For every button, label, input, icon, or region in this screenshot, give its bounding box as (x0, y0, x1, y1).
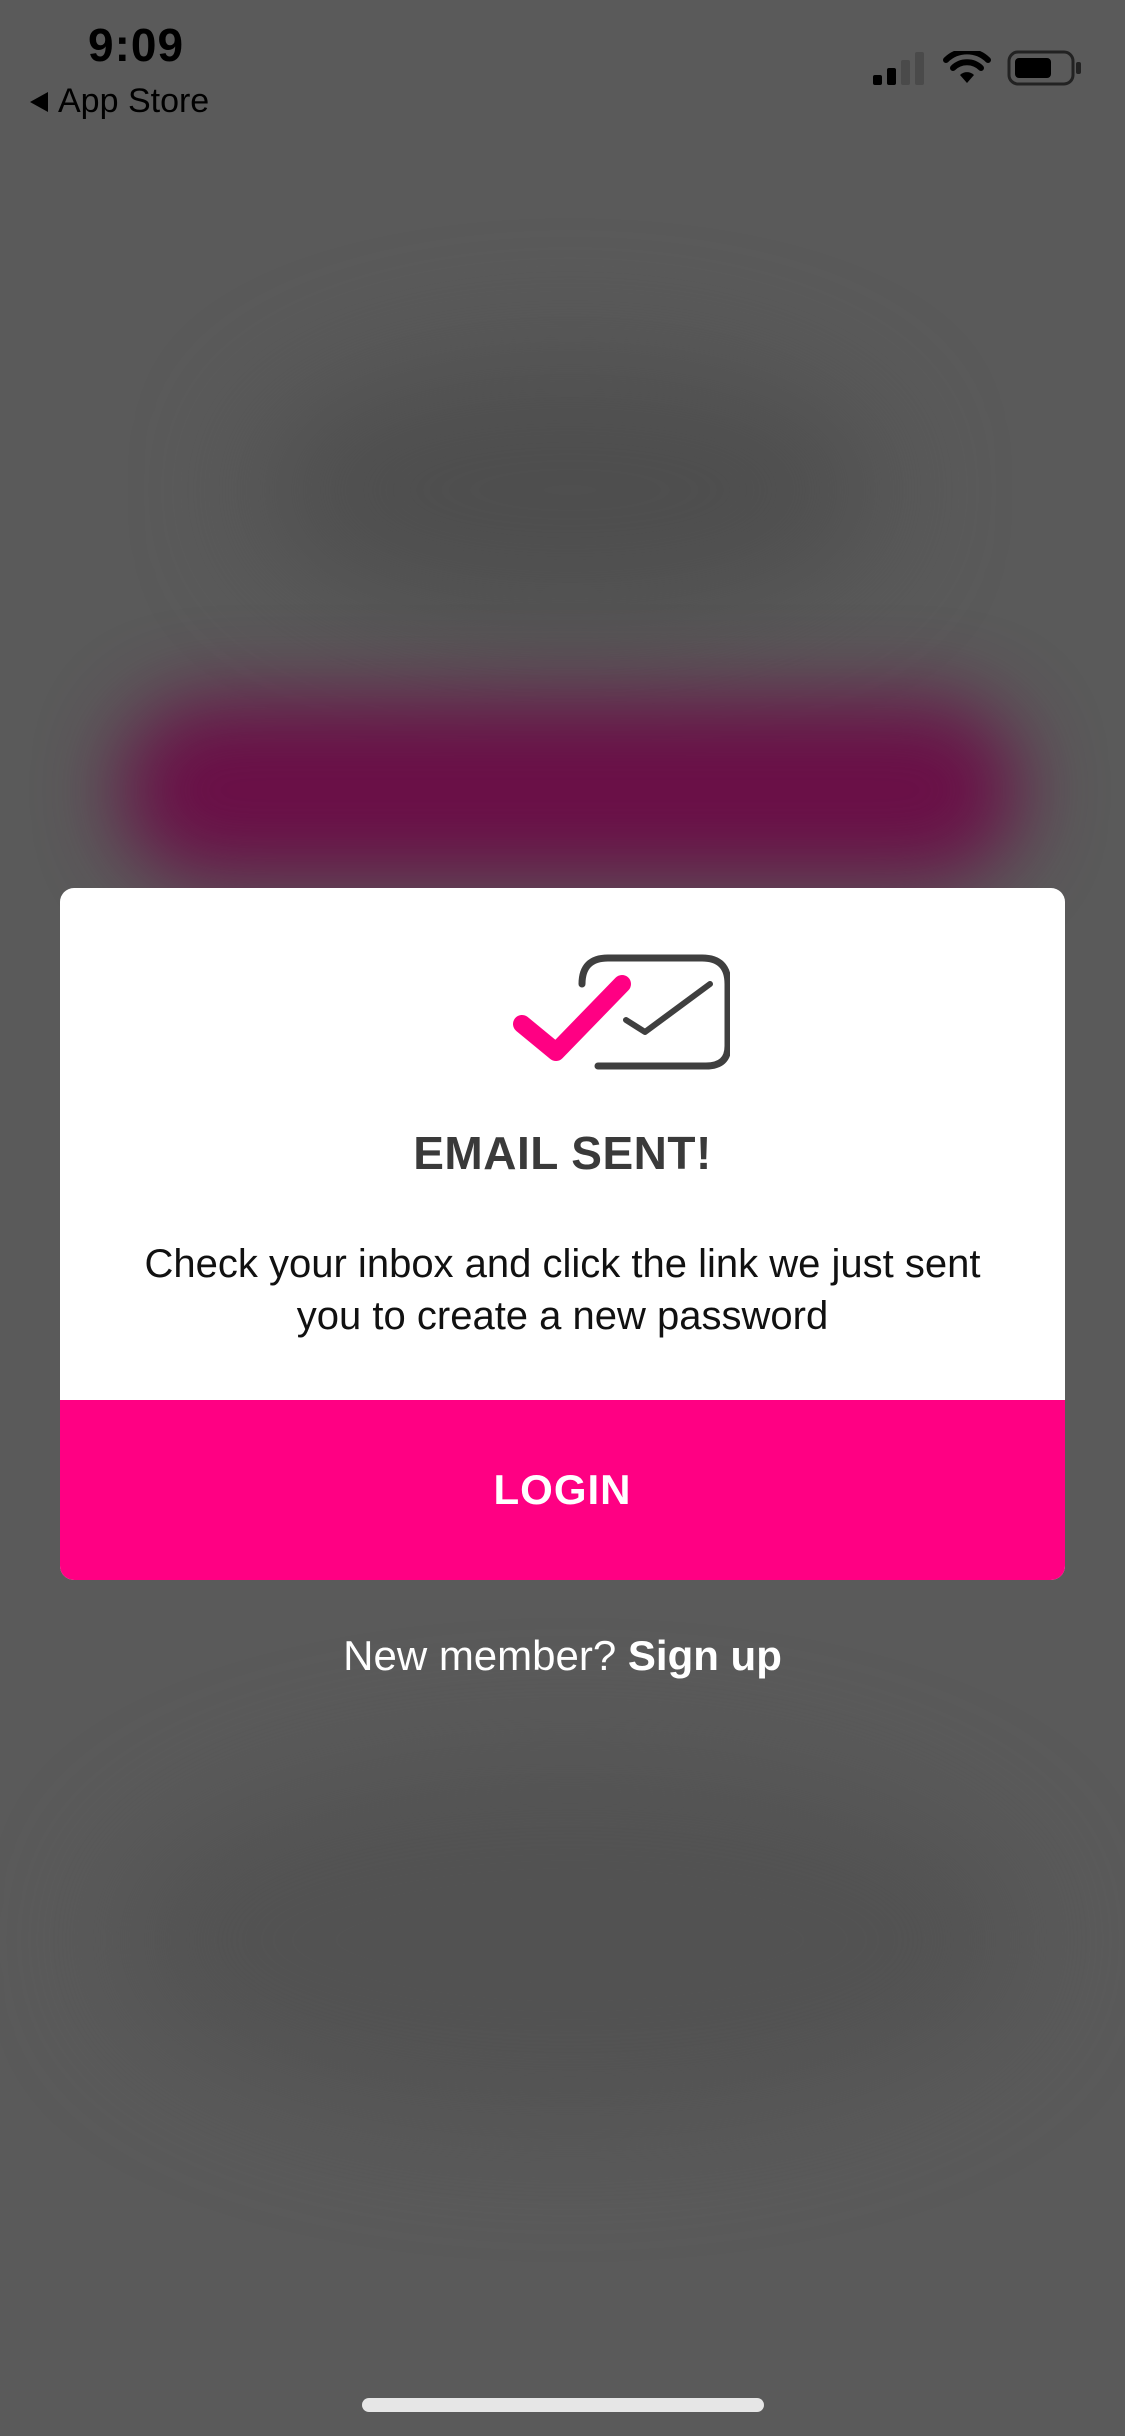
battery-icon (1007, 50, 1081, 86)
signup-prompt-row: New member? Sign up (0, 1632, 1125, 1680)
home-indicator[interactable] (362, 2398, 764, 2412)
signup-prompt-text: New member? (343, 1632, 617, 1679)
status-time: 9:09 (88, 19, 185, 71)
signup-link[interactable]: Sign up (628, 1632, 782, 1679)
status-bar: 9:09 App Store (0, 0, 1125, 140)
login-button[interactable]: LOGIN (60, 1400, 1065, 1580)
status-icons (873, 50, 1083, 86)
email-sent-check-icon (513, 954, 730, 1070)
dialog-title: EMAIL SENT! (413, 1127, 712, 1179)
back-app-label: App Store (58, 82, 210, 120)
dialog-message: Check your inbox and click the link we j… (144, 1242, 981, 1338)
back-to-app-store[interactable]: App Store (30, 82, 209, 121)
wifi-icon (943, 51, 991, 83)
back-arrow-icon (30, 91, 48, 112)
email-sent-dialog: EMAIL SENT! Check your inbox and click t… (60, 888, 1065, 1580)
signal-icon (873, 52, 924, 85)
